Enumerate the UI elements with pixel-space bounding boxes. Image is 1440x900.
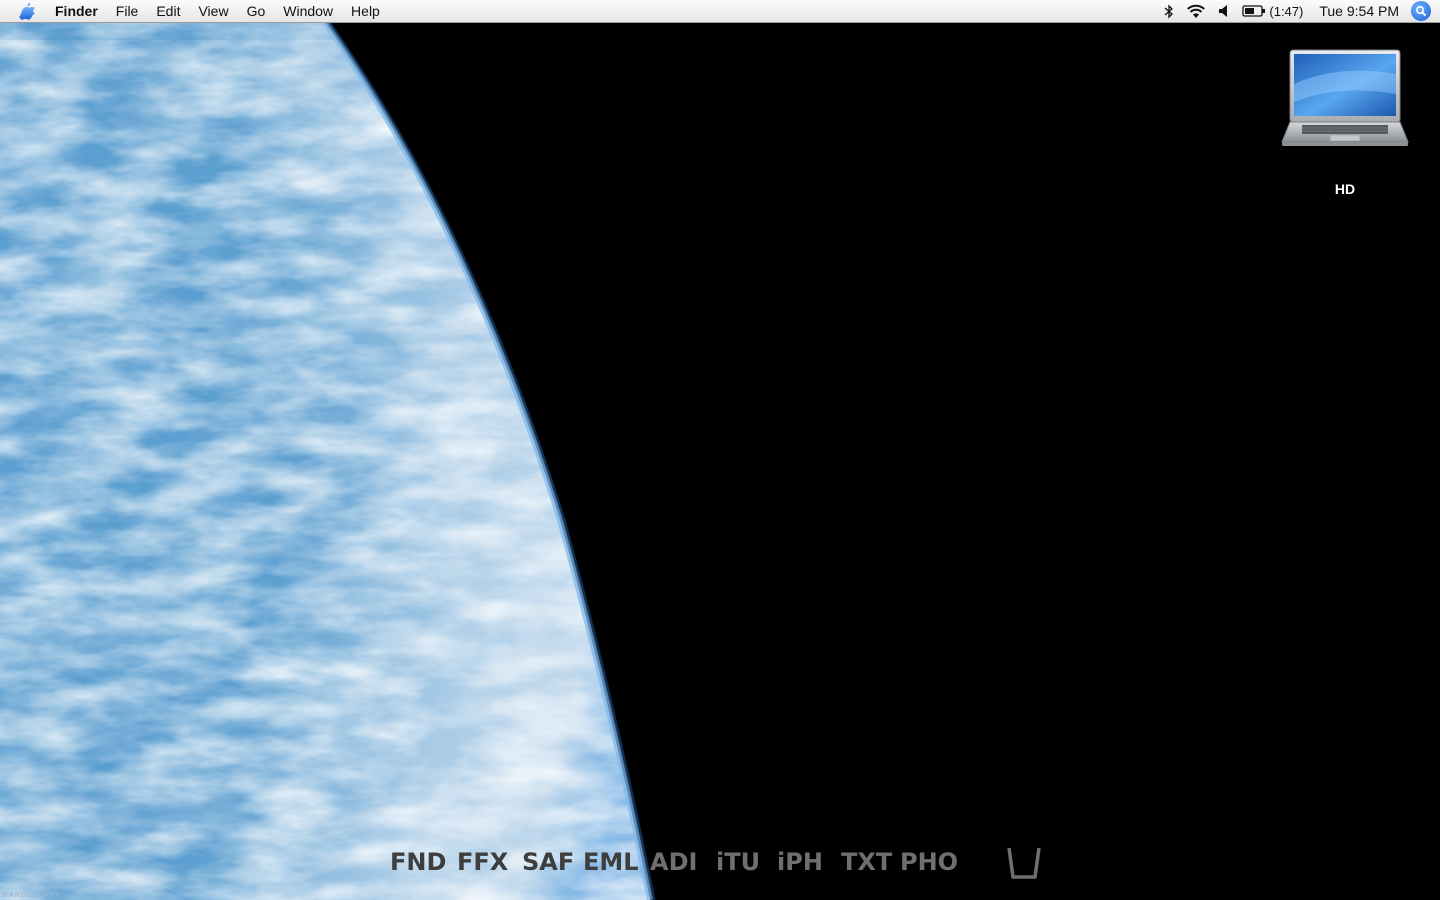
desktop: Finder File Edit View Go Window Help (1:… [0, 0, 1440, 900]
menu-extras: (1:47) Tue 9:54 PM [1158, 0, 1440, 22]
bluetooth-icon[interactable] [1158, 0, 1180, 22]
wallpaper-watermark: MANDOLUX<< [2, 892, 61, 899]
dock-item-finder[interactable]: FND [390, 848, 446, 876]
wifi-icon[interactable] [1180, 0, 1212, 22]
apple-menu-icon[interactable] [18, 2, 36, 20]
menu-bar: Finder File Edit View Go Window Help (1:… [0, 0, 1440, 23]
menu-window[interactable]: Window [274, 0, 342, 22]
spotlight-icon[interactable] [1411, 1, 1431, 21]
laptop-drive-icon [1281, 49, 1409, 146]
menu-help[interactable]: Help [342, 0, 389, 22]
dock-item-firefox[interactable]: FFX [457, 848, 508, 876]
battery-time: (1:47) [1269, 3, 1304, 19]
dock-item-textedit[interactable]: TXT [841, 848, 892, 876]
menu-edit[interactable]: Edit [147, 0, 189, 22]
menu-file[interactable]: File [107, 0, 148, 22]
desktop-icon-hd[interactable]: HD [1280, 44, 1410, 197]
dock-item-adi[interactable]: ADI [650, 848, 697, 876]
volume-icon[interactable] [1212, 0, 1236, 22]
desktop-icon-hd-label: HD [1334, 181, 1356, 197]
dock: FND FFX SAF EML ADI iTU iPH TXT PHO [380, 840, 1060, 898]
running-indicator [412, 893, 420, 898]
menu-finder[interactable]: Finder [46, 0, 107, 22]
dock-item-mail[interactable]: EML [583, 848, 639, 876]
trash-icon[interactable] [1006, 846, 1042, 885]
dock-item-photos[interactable]: PHO [900, 848, 958, 876]
menu-view[interactable]: View [189, 0, 237, 22]
menu-go[interactable]: Go [238, 0, 275, 22]
menu-clock[interactable]: Tue 9:54 PM [1309, 3, 1411, 19]
earth-wallpaper [0, 0, 1440, 900]
battery-status[interactable]: (1:47) [1236, 0, 1309, 22]
dock-item-safari[interactable]: SAF [522, 848, 574, 876]
battery-icon [1242, 5, 1266, 17]
dock-item-iphoto[interactable]: iPH [777, 848, 823, 876]
dock-item-itunes[interactable]: iTU [716, 848, 760, 876]
